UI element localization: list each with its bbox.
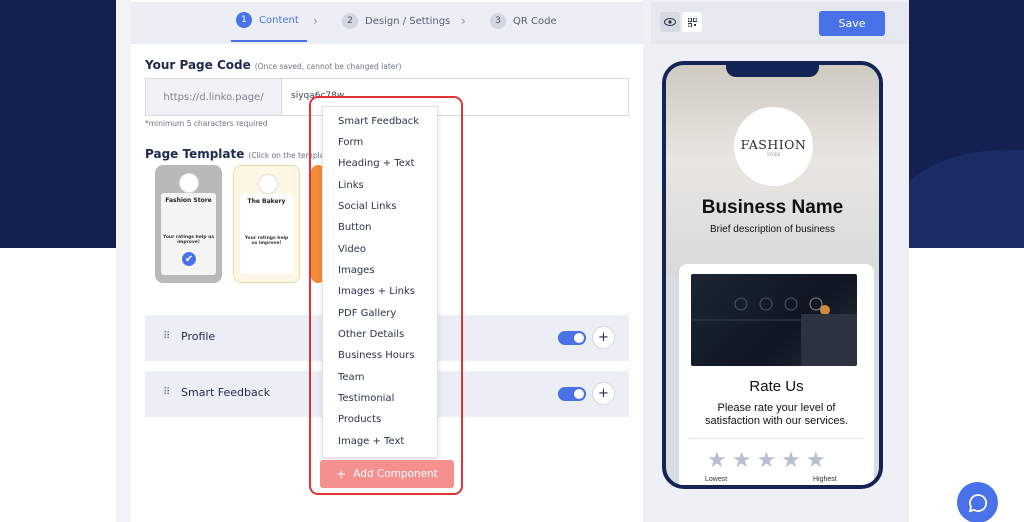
selected-check-icon: ✔: [180, 250, 198, 268]
page-code-heading: Your Page Code (Once saved, cannot be cha…: [145, 58, 401, 72]
eye-icon[interactable]: [660, 12, 680, 32]
logo-text: FASHION: [740, 136, 807, 152]
step-qr-code[interactable]: 3 QR Code: [490, 0, 557, 42]
template-text: Your ratings help us improve!: [163, 235, 215, 245]
highest-label: Highest: [813, 476, 837, 483]
step-number: 2: [342, 13, 358, 29]
business-name: Business Name: [701, 197, 844, 218]
page-template-title: Page Template: [145, 147, 245, 161]
component-label: Profile: [181, 330, 216, 343]
star-rating[interactable]: ★★★★★: [707, 448, 831, 473]
page-code-note: (Once saved, cannot be changed later): [254, 62, 402, 71]
template-text: Your ratings help us improve!: [244, 236, 289, 246]
page-template-heading: Page Template (Click on the template: [145, 147, 332, 161]
feedback-image: [691, 274, 857, 366]
expand-plus-icon[interactable]: +: [592, 326, 615, 349]
logo-subtext: STORE: [766, 151, 781, 157]
template-title: The Bakery: [247, 198, 286, 205]
chat-bubble-icon: [968, 493, 987, 512]
divider: [689, 438, 864, 439]
rate-description: Please rate your level of satisfaction w…: [704, 402, 849, 427]
lowest-label: Lowest: [705, 476, 728, 483]
template-logo: [258, 174, 278, 194]
url-prefix: https://d.linko.page/: [146, 79, 282, 115]
step-number: 1: [236, 12, 252, 28]
qr-code-icon[interactable]: [682, 12, 702, 32]
step-design-settings[interactable]: 2 Design / Settings: [342, 0, 450, 42]
phone-preview: FASHION STORE Business Name Brief descri…: [662, 61, 883, 489]
drag-handle-icon[interactable]: ⠿: [163, 331, 170, 342]
template-title: Fashion Store: [165, 197, 212, 204]
template-logo: [179, 173, 199, 193]
expand-plus-icon[interactable]: +: [592, 382, 615, 405]
page-code-hint: *minimum 5 characters required: [145, 119, 268, 128]
brand-logo: FASHION STORE: [734, 107, 813, 186]
drag-handle-icon[interactable]: ⠿: [163, 387, 170, 398]
page-code-title: Your Page Code: [145, 58, 251, 72]
chevron-right-icon: ›: [313, 14, 318, 28]
save-button[interactable]: Save: [819, 11, 885, 36]
component-label: Smart Feedback: [181, 386, 271, 399]
step-number: 3: [490, 13, 506, 29]
rate-title: Rate Us: [749, 378, 804, 395]
step-content[interactable]: 1 Content: [231, 0, 307, 42]
template-bakery[interactable]: The Bakery Your ratings help us improve!: [233, 165, 300, 283]
phone-notch: [726, 65, 819, 77]
template-body: [240, 194, 293, 274]
step-label: Content: [259, 14, 299, 26]
component-toggle[interactable]: [558, 331, 586, 345]
step-label: QR Code: [513, 15, 557, 27]
feedback-card: Rate Us Please rate your level of satisf…: [679, 264, 874, 485]
component-toggle[interactable]: [558, 387, 586, 401]
chevron-right-icon: ›: [461, 14, 466, 28]
annotation-highlight-box: [309, 96, 463, 495]
business-description: Brief description of business: [709, 224, 836, 235]
chat-support-button[interactable]: [957, 482, 998, 522]
step-label: Design / Settings: [365, 15, 451, 27]
